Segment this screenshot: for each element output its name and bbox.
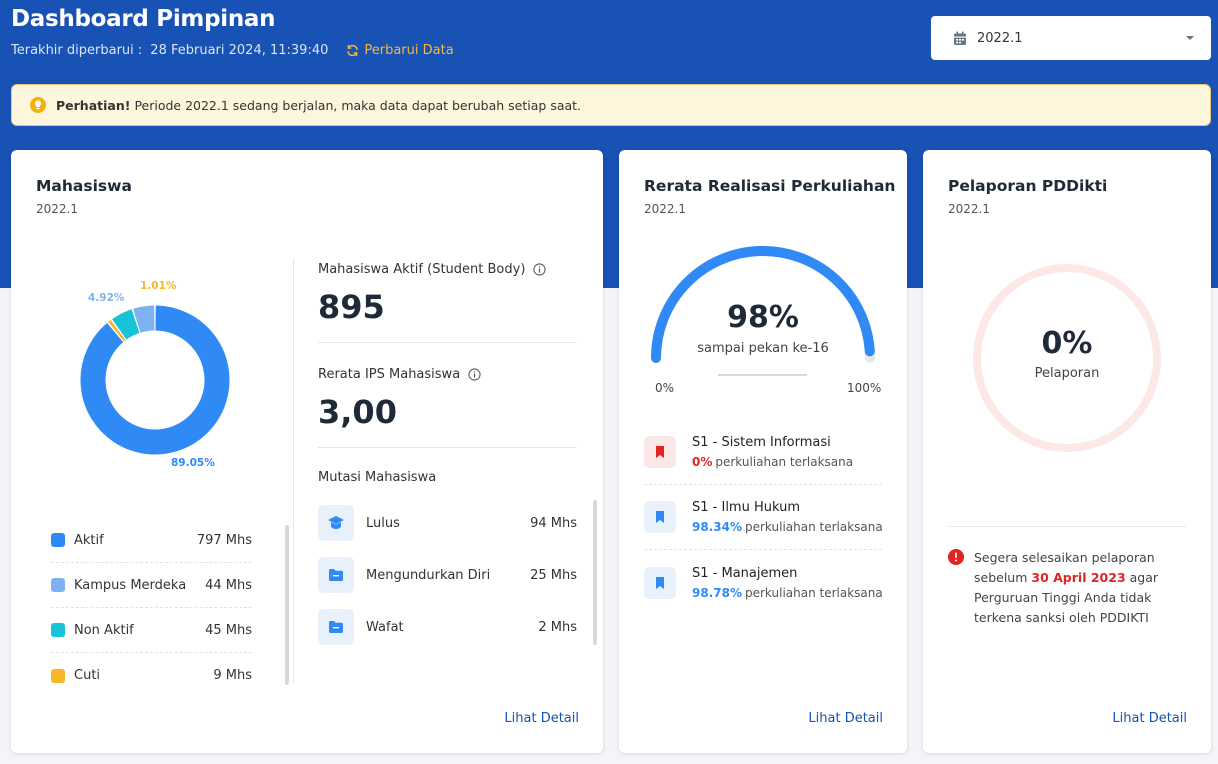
mahasiswa-detail-link[interactable]: Lihat Detail <box>504 711 579 726</box>
mutasi-name: Wafat <box>366 619 404 635</box>
refresh-icon <box>347 44 359 57</box>
mutasi-row-lulus: Lulus 94 Mhs <box>318 505 577 541</box>
alert-bold: Perhatian! <box>56 97 131 113</box>
prodi-name: S1 - Sistem Informasi <box>692 435 831 450</box>
legend-item-non-aktif: Non Aktif 45 Mhs <box>51 608 252 653</box>
gauge-baseline <box>718 374 807 376</box>
mutasi-value: 25 Mhs <box>530 567 577 583</box>
prodi-item-ilmu-hukum: S1 - Ilmu Hukum 98.34% perkuliahan terlak… <box>644 485 883 550</box>
gauge-percent: 98% <box>727 300 799 335</box>
legend-value: 44 Mhs <box>205 577 252 593</box>
bookmark-icon <box>644 566 676 599</box>
prodi-suffix: perkuliahan terlaksana <box>744 520 883 534</box>
gauge-subtitle: sampai pekan ke-16 <box>697 341 829 356</box>
donut-slice-kampus-merdeka <box>133 305 155 333</box>
prodi-item-sistem-informasi: S1 - Sistem Informasi 0% perkuliahan terl… <box>644 420 882 485</box>
gauge-max-label: 100% <box>847 381 882 395</box>
legend-scrollbar[interactable] <box>285 525 289 685</box>
legend-item-kampus-merdeka: Kampus Merdeka 44 Mhs <box>51 563 252 608</box>
student-donut-chart <box>80 305 230 455</box>
legend-value: 797 Mhs <box>196 532 252 548</box>
active-students-label-text: Mahasiswa Aktif (Student Body) <box>318 262 526 277</box>
info-icon[interactable] <box>533 263 546 276</box>
donut-label-cuti: 1.01% <box>140 280 177 292</box>
period-warning-alert: Perhatian! Periode 2022.1 sedang berjala… <box>11 84 1211 126</box>
donut-slice-aktif <box>80 305 230 455</box>
pelaporan-detail-link[interactable]: Lihat Detail <box>1112 711 1187 726</box>
ips-label-text: Rerata IPS Mahasiswa <box>318 367 461 382</box>
refresh-label: Perbarui Data <box>364 43 454 58</box>
prodi-percent: 98.78% <box>692 585 742 600</box>
prodi-item-manajemen: S1 - Manajemen 98.78% perkuliahan terlaks… <box>644 550 883 615</box>
legend-item-aktif: Aktif 797 Mhs <box>51 518 252 563</box>
folder-icon <box>318 557 354 593</box>
donut-slice-cuti <box>108 320 126 342</box>
legend-value: 45 Mhs <box>205 622 252 638</box>
prodi-percent: 98.34% <box>692 520 742 534</box>
mutasi-name: Lulus <box>366 515 400 531</box>
warning-deadline: 30 April 2023 <box>1031 570 1126 585</box>
period-select[interactable]: 2022.1 <box>931 16 1211 60</box>
legend-swatch <box>51 668 65 683</box>
prodi-name: S1 - Manajemen <box>692 565 798 581</box>
bookmark-icon <box>644 436 676 468</box>
mutasi-value: 94 Mhs <box>530 515 577 531</box>
updated-value: 28 Februari 2024, 11:39:40 <box>150 43 329 58</box>
mutasi-row-wafat: Wafat 2 Mhs <box>318 609 577 645</box>
prodi-suffix: perkuliahan terlaksana <box>744 585 883 600</box>
legend-item-cuti: Cuti 9 Mhs <box>51 653 252 698</box>
prodi-suffix: perkuliahan terlaksana <box>715 455 854 469</box>
last-updated: Terakhir diperbarui : 28 Februari 2024, … <box>11 43 454 58</box>
ips-value: 3,00 <box>318 393 397 431</box>
pelaporan-card: Pelaporan PDDikti 2022.1 0% Pelaporan Se… <box>923 150 1211 753</box>
gauge-min-label: 0% <box>655 381 675 395</box>
active-students-value: 895 <box>318 288 385 326</box>
updated-label: Terakhir diperbarui : <box>11 43 143 58</box>
info-icon[interactable] <box>468 368 481 381</box>
mahasiswa-card: Mahasiswa 2022.1 4.92% 1.01% 89.05% Akti… <box>11 150 603 753</box>
active-students-label: Mahasiswa Aktif (Student Body) <box>318 262 546 277</box>
mutasi-row-mengundurkan-diri: Mengundurkan Diri 25 Mhs <box>318 557 577 593</box>
prodi-name: S1 - Ilmu Hukum <box>692 500 801 515</box>
calendar-icon <box>954 31 966 45</box>
donut-label-aktif: 89.05% <box>171 457 215 469</box>
donut-slice-non-aktif <box>112 309 140 340</box>
perkuliahan-detail-link[interactable]: Lihat Detail <box>808 711 883 726</box>
mutasi-scrollbar[interactable] <box>593 500 597 645</box>
folder-icon <box>318 609 354 645</box>
perkuliahan-card: Rerata Realisasi Perkuliahan 2022.1 98% … <box>619 150 907 753</box>
stat-divider <box>318 447 577 448</box>
ring-subtitle: Pelaporan <box>1034 366 1100 381</box>
column-divider <box>293 258 294 683</box>
donut-label-kampus-merdeka: 4.92% <box>88 292 125 304</box>
refresh-data-button[interactable]: Perbarui Data <box>346 43 454 58</box>
period-value: 2022.1 <box>977 30 1023 46</box>
stat-divider <box>318 342 577 343</box>
legend-name: Non Aktif <box>74 622 134 638</box>
legend-name: Kampus Merdeka <box>74 577 187 593</box>
reporting-deadline-warning: Segera selesaikan pelaporan sebelum 30 A… <box>948 548 1188 628</box>
legend-name: Aktif <box>74 532 104 548</box>
ips-label: Rerata IPS Mahasiswa <box>318 367 481 382</box>
warning-divider <box>948 526 1186 527</box>
mutasi-name: Mengundurkan Diri <box>366 567 491 583</box>
pelaporan-progress-ring <box>973 264 1161 452</box>
bookmark-icon <box>644 501 676 533</box>
mutasi-title: Mutasi Mahasiswa <box>318 470 437 485</box>
prodi-percent: 0% <box>692 455 713 469</box>
legend-swatch <box>51 623 65 637</box>
info-alert-icon <box>948 549 964 565</box>
alert-text: Periode 2022.1 sedang berjalan, maka dat… <box>134 97 582 113</box>
page-title: Dashboard Pimpinan <box>11 6 276 32</box>
graduation-cap-icon <box>318 505 354 541</box>
mutasi-value: 2 Mhs <box>538 619 577 635</box>
legend-value: 9 Mhs <box>213 668 252 683</box>
legend-swatch <box>51 578 65 592</box>
legend-swatch <box>51 533 65 547</box>
lightbulb-icon <box>30 97 46 113</box>
legend-name: Cuti <box>74 668 101 683</box>
ring-percent: 0% <box>1041 326 1093 361</box>
chevron-down-icon <box>1186 36 1194 40</box>
